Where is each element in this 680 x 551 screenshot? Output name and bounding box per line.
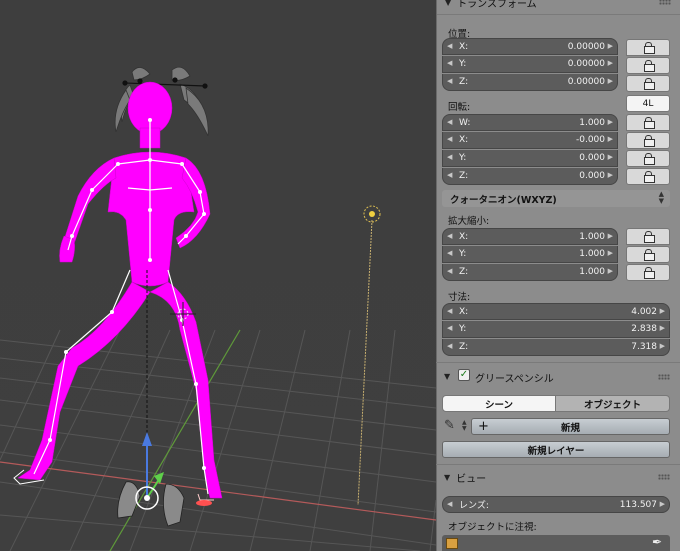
location-z-field[interactable]: ◀ Z: 0.00000 ▶ bbox=[442, 74, 618, 91]
pencil-icon[interactable]: ✎ bbox=[444, 418, 460, 434]
decrement-arrow-icon[interactable]: ◀ bbox=[447, 249, 452, 257]
lock-rotation-w-button[interactable] bbox=[626, 114, 670, 131]
plus-icon: + bbox=[478, 419, 489, 434]
dimensions-label: 寸法: bbox=[448, 292, 471, 303]
decrement-arrow-icon[interactable]: ◀ bbox=[447, 324, 452, 332]
grease-pencil-object-tab[interactable]: オブジェクト bbox=[556, 395, 670, 412]
transform-panel-header[interactable]: ▼ トランスフォーム bbox=[437, 0, 680, 12]
increment-arrow-icon[interactable]: ▶ bbox=[608, 77, 613, 85]
viewport-scene[interactable] bbox=[0, 0, 436, 551]
lock-rotation-x-button[interactable] bbox=[626, 132, 670, 149]
grease-pencil-enable-checkbox[interactable]: ✓ bbox=[458, 369, 470, 381]
decrement-arrow-icon[interactable]: ◀ bbox=[447, 77, 452, 85]
rotation-w-field[interactable]: ◀ W: 1.000 ▶ bbox=[442, 114, 618, 131]
rotation-mode-value: クォータニオン(WXYZ) bbox=[450, 194, 557, 206]
lock-icon bbox=[643, 117, 655, 129]
lock-icon bbox=[643, 135, 655, 147]
decrement-arrow-icon[interactable]: ◀ bbox=[447, 267, 452, 275]
lock-icon bbox=[643, 42, 655, 54]
dimensions-y-field[interactable]: ◀ Y: 2.838 ▶ bbox=[442, 321, 670, 338]
lock-location-y-button[interactable] bbox=[626, 57, 670, 74]
scale-y-field[interactable]: ◀ Y: 1.000 ▶ bbox=[442, 246, 618, 263]
divider bbox=[436, 464, 680, 465]
view-panel-header[interactable]: ▼ ビュー bbox=[436, 467, 680, 487]
lock-rotation-y-button[interactable] bbox=[626, 150, 670, 167]
drag-grip-icon[interactable] bbox=[658, 474, 670, 480]
grease-pencil-header-label: グリースペンシル bbox=[475, 374, 554, 385]
collapse-triangle-icon: ▼ bbox=[445, 0, 452, 7]
dimensions-x-field[interactable]: ◀ X: 4.002 ▶ bbox=[442, 303, 670, 320]
rotation-mode-dropdown[interactable]: クォータニオン(WXYZ) ▲ ▼ bbox=[442, 190, 670, 207]
decrement-arrow-icon[interactable]: ◀ bbox=[447, 342, 452, 350]
scale-x-field[interactable]: ◀ X: 1.000 ▶ bbox=[442, 228, 618, 245]
3d-viewport[interactable] bbox=[0, 0, 436, 551]
grease-pencil-panel-header[interactable]: ▼ bbox=[436, 366, 680, 386]
decrement-arrow-icon[interactable]: ◀ bbox=[447, 500, 452, 508]
increment-arrow-icon[interactable]: ▶ bbox=[660, 342, 665, 350]
rotation-x-field[interactable]: ◀ X: -0.000 ▶ bbox=[442, 132, 618, 149]
grease-pencil-new-button[interactable]: + 新規 bbox=[471, 418, 670, 435]
increment-arrow-icon[interactable]: ▶ bbox=[660, 307, 665, 315]
grease-pencil-scene-tab[interactable]: シーン bbox=[442, 395, 556, 412]
lock-icon bbox=[643, 78, 655, 90]
updown-arrow-icon: ▲ ▼ bbox=[658, 190, 664, 205]
increment-arrow-icon[interactable]: ▶ bbox=[608, 42, 613, 50]
object-cube-icon bbox=[446, 538, 458, 549]
decrement-arrow-icon[interactable]: ◀ bbox=[447, 118, 452, 126]
rotation-4l-button[interactable]: 4L bbox=[626, 95, 670, 112]
rotation-z-field[interactable]: ◀ Z: 0.000 ▶ bbox=[442, 168, 618, 185]
lock-icon bbox=[643, 153, 655, 165]
lock-location-x-button[interactable] bbox=[626, 39, 670, 56]
lock-scale-y-button[interactable] bbox=[626, 246, 670, 263]
rotation-y-field[interactable]: ◀ Y: 0.000 ▶ bbox=[442, 150, 618, 167]
increment-arrow-icon[interactable]: ▶ bbox=[608, 59, 613, 67]
lock-location-z-button[interactable] bbox=[626, 75, 670, 92]
grease-pencil-new-layer-button[interactable]: 新規レイヤー bbox=[442, 441, 670, 458]
increment-arrow-icon[interactable]: ▶ bbox=[608, 171, 613, 179]
increment-arrow-icon[interactable]: ▶ bbox=[608, 135, 613, 143]
view-header-label: ビュー bbox=[456, 473, 487, 485]
decrement-arrow-icon[interactable]: ◀ bbox=[447, 59, 452, 67]
lock-to-object-label: オブジェクトに注視: bbox=[448, 522, 537, 533]
scale-z-field[interactable]: ◀ Z: 1.000 ▶ bbox=[442, 264, 618, 281]
collapse-triangle-icon: ▼ bbox=[444, 371, 451, 381]
lens-field[interactable]: ◀ レンズ: 113.507 ▶ bbox=[442, 496, 670, 513]
updown-arrow-icon[interactable]: ▲ ▼ bbox=[462, 420, 467, 432]
lock-rotation-z-button[interactable] bbox=[626, 168, 670, 185]
lock-scale-z-button[interactable] bbox=[626, 264, 670, 281]
lock-icon bbox=[643, 267, 655, 279]
increment-arrow-icon[interactable]: ▶ bbox=[660, 500, 665, 508]
increment-arrow-icon[interactable]: ▶ bbox=[608, 249, 613, 257]
decrement-arrow-icon[interactable]: ◀ bbox=[447, 135, 452, 143]
transform-header-label: トランスフォーム bbox=[457, 0, 537, 10]
lock-icon bbox=[643, 60, 655, 72]
foot-marker bbox=[196, 500, 212, 506]
decrement-arrow-icon[interactable]: ◀ bbox=[447, 153, 452, 161]
eyedropper-icon[interactable]: ✒ bbox=[652, 535, 662, 549]
divider bbox=[436, 362, 680, 363]
location-y-field[interactable]: ◀ Y: 0.00000 ▶ bbox=[442, 56, 618, 73]
lock-to-object-field[interactable] bbox=[442, 535, 670, 551]
rotation-label: 回転: bbox=[448, 102, 471, 113]
divider bbox=[437, 14, 680, 15]
increment-arrow-icon[interactable]: ▶ bbox=[608, 153, 613, 161]
lock-icon bbox=[643, 171, 655, 183]
decrement-arrow-icon[interactable]: ◀ bbox=[447, 232, 452, 240]
lock-icon bbox=[643, 249, 655, 261]
lock-icon bbox=[643, 231, 655, 243]
decrement-arrow-icon[interactable]: ◀ bbox=[447, 307, 452, 315]
location-x-field[interactable]: ◀ X: 0.00000 ▶ bbox=[442, 38, 618, 55]
collapse-triangle-icon: ▼ bbox=[444, 472, 451, 482]
drag-grip-icon[interactable] bbox=[659, 0, 671, 5]
lock-scale-x-button[interactable] bbox=[626, 228, 670, 245]
increment-arrow-icon[interactable]: ▶ bbox=[608, 232, 613, 240]
decrement-arrow-icon[interactable]: ◀ bbox=[447, 42, 452, 50]
increment-arrow-icon[interactable]: ▶ bbox=[608, 118, 613, 126]
scale-label: 拡大縮小: bbox=[448, 216, 490, 227]
drag-grip-icon[interactable] bbox=[658, 374, 670, 380]
decrement-arrow-icon[interactable]: ◀ bbox=[447, 171, 452, 179]
increment-arrow-icon[interactable]: ▶ bbox=[608, 267, 613, 275]
dimensions-z-field[interactable]: ◀ Z: 7.318 ▶ bbox=[442, 339, 670, 356]
increment-arrow-icon[interactable]: ▶ bbox=[660, 324, 665, 332]
